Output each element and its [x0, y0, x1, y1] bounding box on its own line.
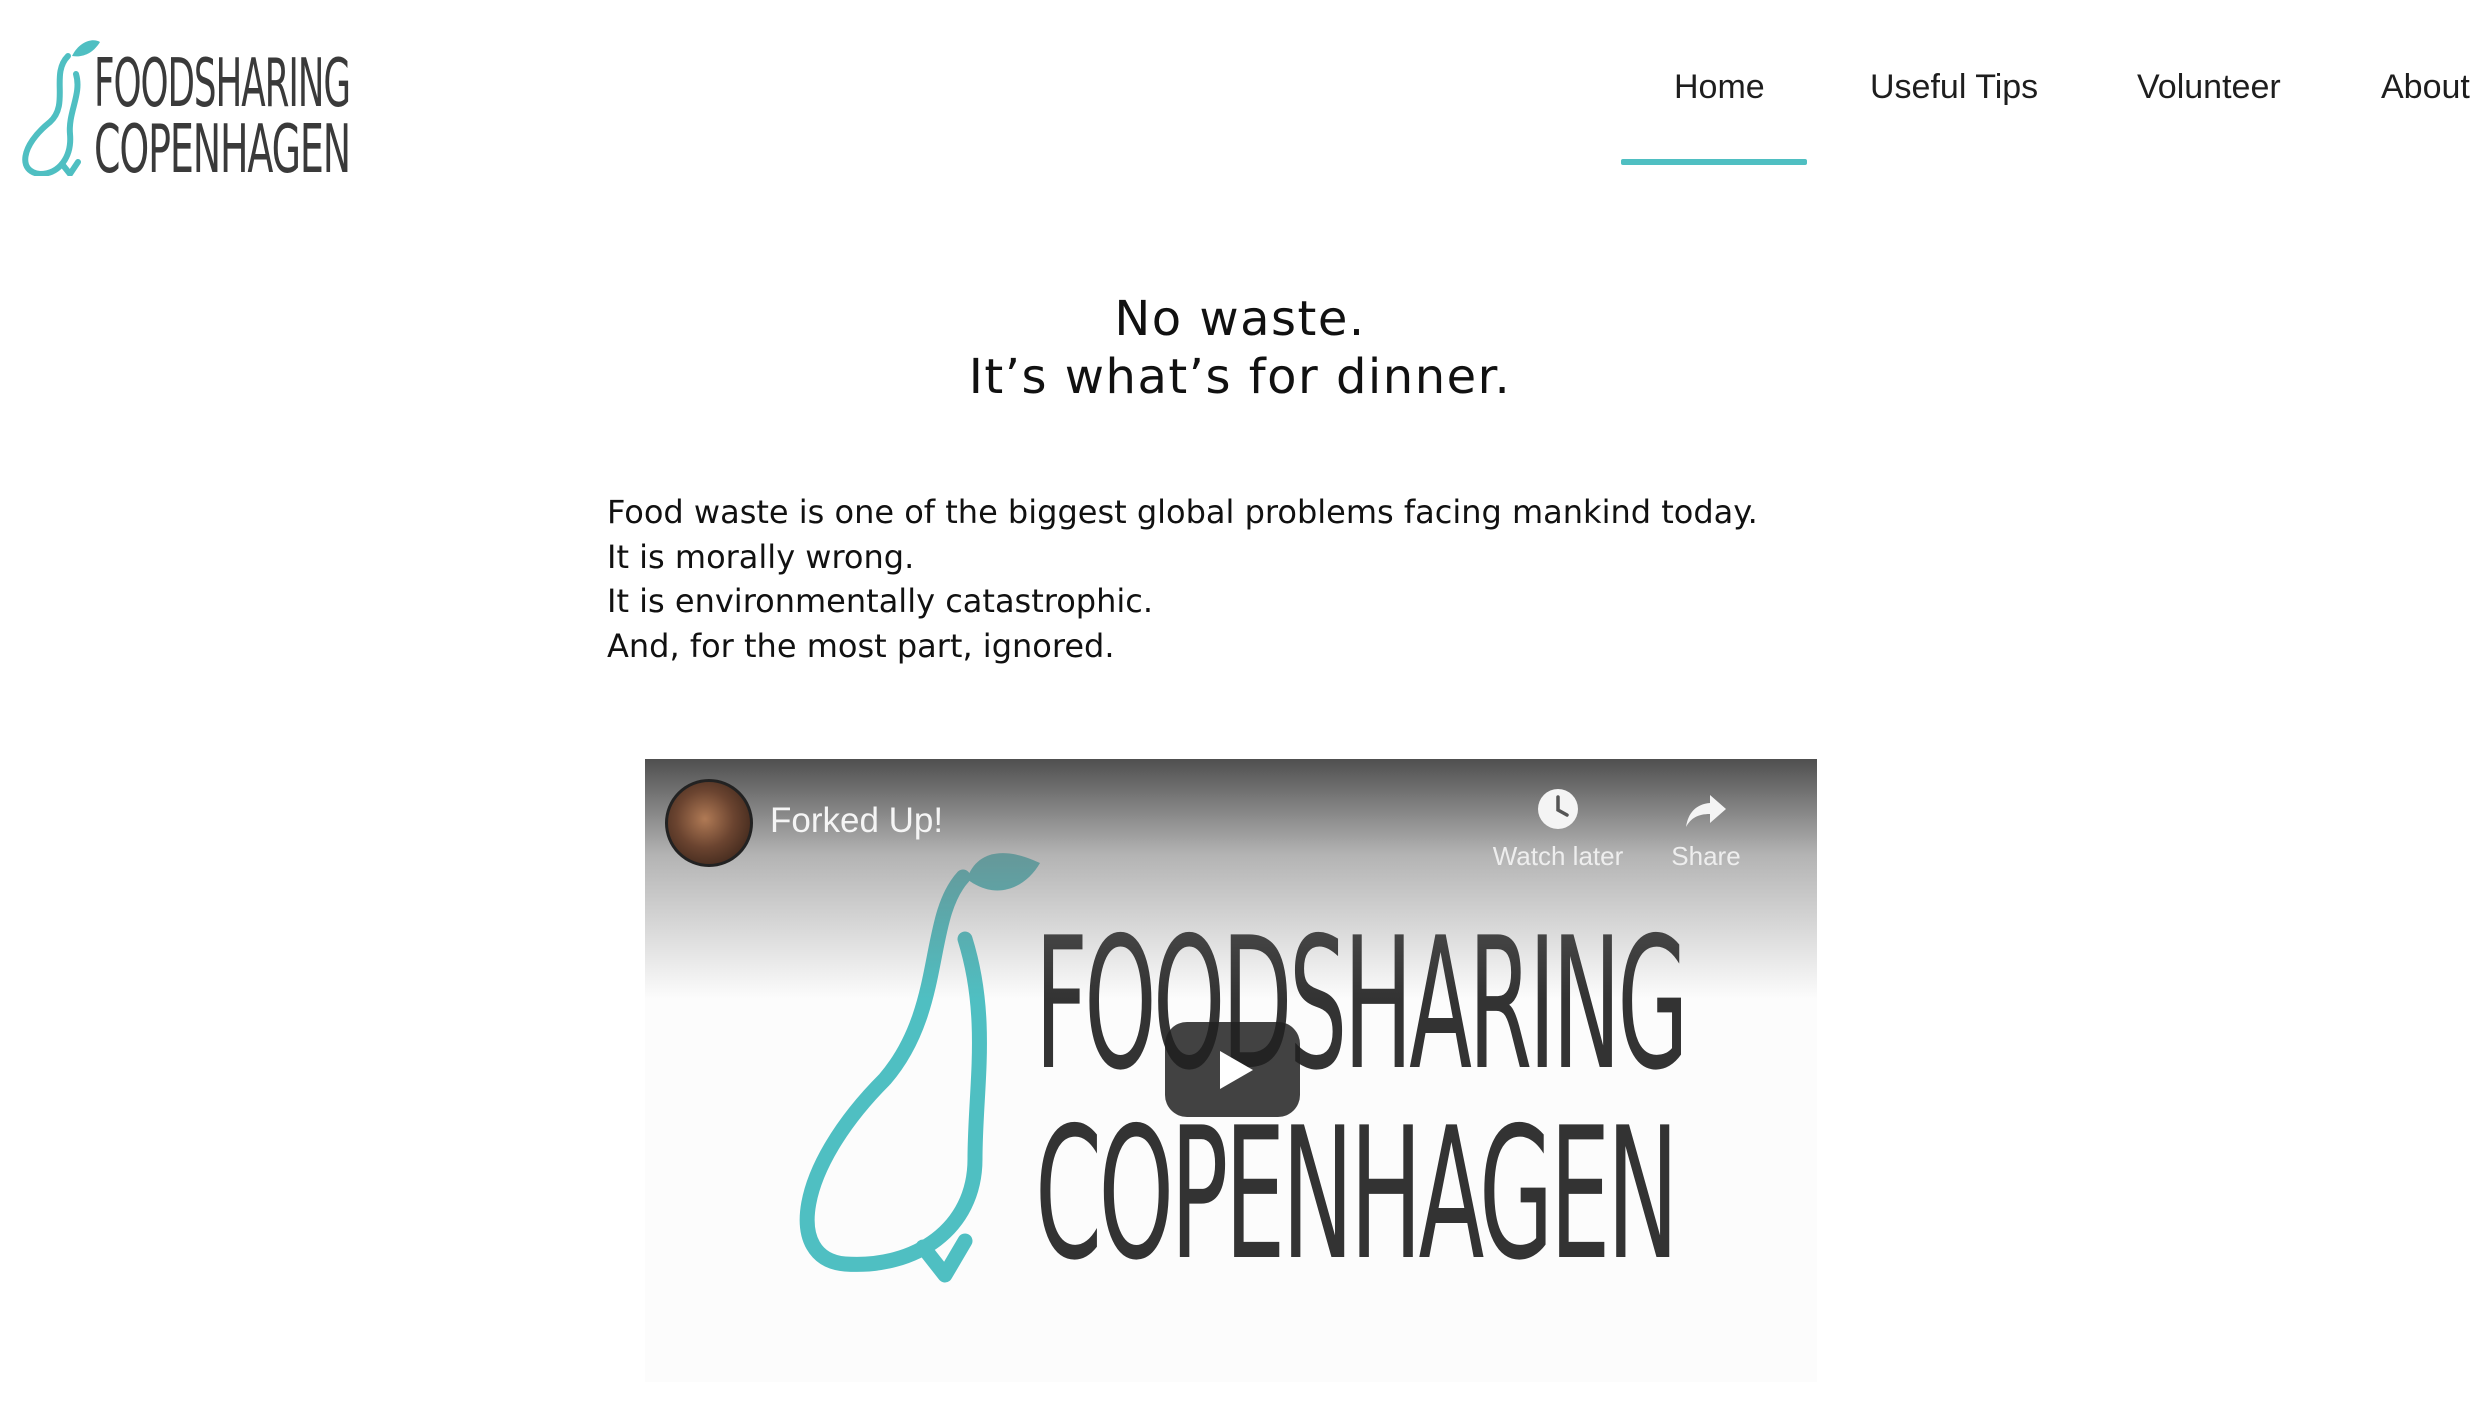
video-logo-line-2: COPENHAGEN — [1035, 1088, 1675, 1300]
pear-logo-icon — [22, 40, 100, 176]
play-icon — [1220, 1051, 1253, 1089]
share-label: Share — [1671, 841, 1741, 871]
logo-line-2: COPENHAGEN — [94, 110, 350, 176]
intro-line: Food waste is one of the biggest global … — [607, 493, 1758, 531]
watch-later-button[interactable]: Watch later — [1478, 787, 1638, 872]
intro-line: It is morally wrong. — [607, 537, 915, 576]
intro-line: It is environmentally catastrophic. — [607, 582, 1154, 620]
channel-avatar[interactable] — [665, 779, 753, 867]
headline-line-1: No waste. — [1114, 291, 1366, 347]
video-player[interactable]: FOODSHARING COPENHAGEN Forked Up! Watch … — [645, 759, 1817, 1382]
intro-text: Food waste is one of the biggest global … — [607, 490, 1758, 668]
site-logo[interactable]: FOODSHARING COPENHAGEN — [10, 34, 355, 176]
intro-line: And, for the most part, ignored. — [607, 626, 1115, 665]
video-title[interactable]: Forked Up! — [770, 801, 943, 841]
share-arrow-icon — [1686, 795, 1726, 827]
nav-home[interactable]: Home — [1674, 68, 1765, 107]
share-button[interactable]: Share — [1626, 787, 1786, 872]
hero-headline: No waste. It’s what’s for dinner. — [740, 290, 1740, 406]
play-button[interactable] — [1165, 1022, 1300, 1117]
nav-about[interactable]: About — [2381, 68, 2470, 107]
nav-volunteer[interactable]: Volunteer — [2137, 68, 2281, 107]
nav-useful-tips[interactable]: Useful Tips — [1870, 68, 2038, 107]
headline-line-2: It’s what’s for dinner. — [968, 349, 1512, 405]
watch-later-label: Watch later — [1492, 841, 1624, 871]
nav-active-indicator — [1621, 159, 1807, 165]
clock-icon — [1538, 789, 1578, 829]
